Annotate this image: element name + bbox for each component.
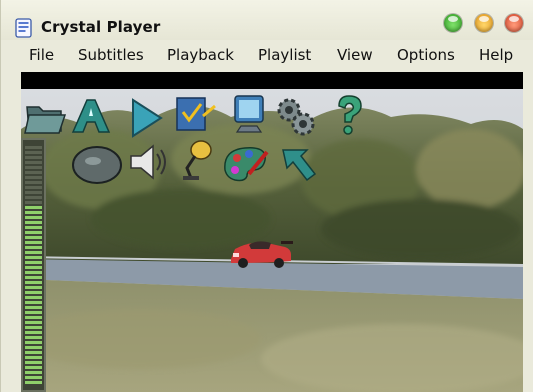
monitor-icon[interactable] [227,92,271,136]
meter-segment [25,341,42,344]
menu-subtitles[interactable]: Subtitles [78,46,144,64]
meter-segment [25,291,42,294]
window-title: Crystal Player [41,18,161,36]
close-button[interactable] [505,14,523,32]
meter-segment [25,211,42,214]
menu-bar: File Subtitles Playback Playlist View Op… [1,42,533,70]
meter-segment [25,356,42,359]
meter-segment [25,231,42,234]
player-window: Crystal Player File Subtitles Playback P… [0,0,533,392]
minimize-button[interactable] [444,14,462,32]
meter-segment [25,206,42,209]
speaker-icon[interactable] [127,140,171,184]
meter-segment [25,366,42,369]
meter-segment [25,256,42,259]
meter-segment [25,276,42,279]
meter-segment [25,246,42,249]
meter-segment [25,336,42,339]
meter-segment [25,301,42,304]
meter-segment [25,181,42,184]
meter-segment [25,371,42,374]
maximize-button[interactable] [475,14,493,32]
volume-meter[interactable] [21,138,46,392]
menu-options[interactable]: Options [397,46,455,64]
meter-segment [25,271,42,274]
meter-segment [25,236,42,239]
meter-segment [25,171,42,174]
meter-segment [25,281,42,284]
meter-segment [25,266,42,269]
meter-segment [25,361,42,364]
meter-segment [25,376,42,379]
meter-segment [25,156,42,159]
meter-segment [25,146,42,149]
meter-segment [25,346,42,349]
app-icon [15,18,32,38]
meter-segment [25,321,42,324]
title-bar[interactable]: Crystal Player [1,0,533,40]
meter-segment [25,286,42,289]
seek-bar[interactable] [21,72,523,89]
meter-segment [25,221,42,224]
checklist-icon[interactable] [173,92,217,136]
meter-segment [25,226,42,229]
menu-view[interactable]: View [337,46,373,64]
menu-file[interactable]: File [29,46,54,64]
meter-segment [25,261,42,264]
open-folder-icon[interactable] [23,95,67,139]
menu-help[interactable]: Help [479,46,513,64]
meter-segment [25,161,42,164]
menu-playback[interactable]: Playback [167,46,234,64]
meter-segment [25,381,42,384]
meter-segment [25,331,42,334]
meter-segment [25,151,42,154]
meter-segment [25,166,42,169]
meter-segment [25,326,42,329]
font-icon[interactable] [69,94,113,138]
meter-segment [25,191,42,194]
lamp-icon[interactable] [175,138,219,182]
menu-playlist[interactable]: Playlist [258,46,311,64]
palette-icon[interactable] [219,140,271,184]
meter-segment [25,351,42,354]
meter-segment [25,201,42,204]
meter-segment [25,186,42,189]
meter-segment [25,241,42,244]
meter-segment [25,306,42,309]
meter-segment [25,316,42,319]
meter-segment [25,176,42,179]
meter-segment [25,311,42,314]
meter-segment [25,296,42,299]
gears-icon[interactable] [273,94,317,138]
play-icon[interactable] [125,96,169,140]
meter-segment [25,251,42,254]
help-icon[interactable] [327,92,371,136]
meter-segment [25,216,42,219]
disc-icon[interactable] [71,141,123,185]
meter-segment [25,196,42,199]
back-arrow-icon[interactable] [277,142,321,186]
